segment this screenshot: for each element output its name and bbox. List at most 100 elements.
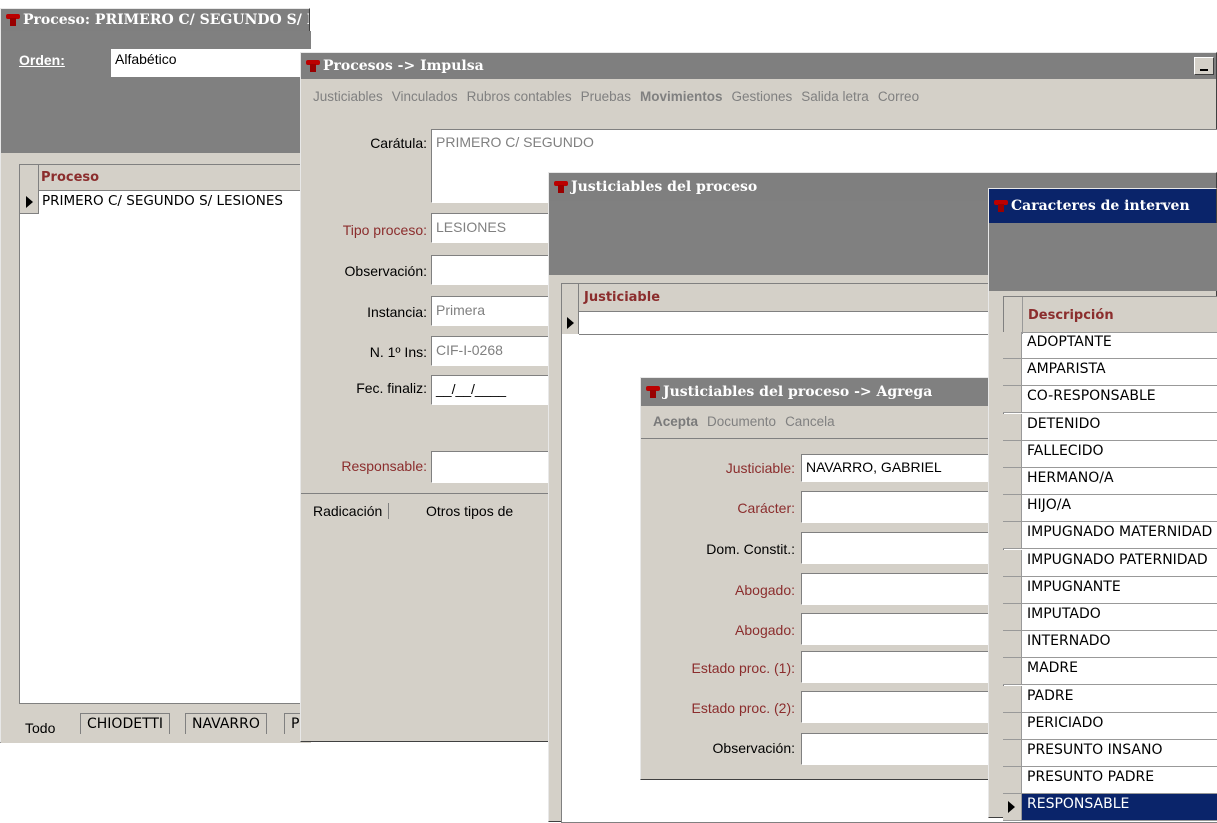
- proceso-window-titlebar[interactable]: Proceso: PRIMERO C/ SEGUNDO S/ LESIONES: [1, 9, 309, 31]
- proceso-grid-header[interactable]: Proceso: [39, 165, 310, 191]
- justiciable-label: Justiciable:: [725, 460, 795, 476]
- current-row-arrow-icon: [1008, 801, 1015, 813]
- caracteres-list-item[interactable]: IMPUGNADO MATERNIDAD: [1022, 522, 1217, 549]
- caracteres-window-titlebar[interactable]: Caracteres de interven: [989, 189, 1216, 223]
- caracteres-list-item[interactable]: PRESUNTO PADRE: [1022, 767, 1217, 794]
- menu-pruebas[interactable]: Pruebas: [581, 89, 631, 104]
- tipo-proceso-label: Tipo proceso:: [342, 222, 427, 238]
- minimize-icon: [1200, 69, 1208, 71]
- orden-select[interactable]: Alfabético: [111, 49, 311, 77]
- menu-vinculados[interactable]: Vinculados: [392, 89, 458, 104]
- caracteres-row-indicator: [1003, 441, 1022, 468]
- caracteres-list-item[interactable]: HERMANO/A: [1022, 468, 1217, 495]
- observacion-field[interactable]: [431, 255, 561, 285]
- current-row-arrow-icon: [25, 196, 33, 208]
- abogado1-label: Abogado:: [735, 582, 795, 598]
- agrega-menubar: Acepta Documento Cancela: [653, 414, 1006, 429]
- agrega-window: Justiciables del proceso -> Agrega Acept…: [640, 377, 1008, 780]
- caracteres-list-item[interactable]: MADRE: [1022, 658, 1217, 685]
- documento-button[interactable]: Documento: [707, 414, 776, 429]
- caracteres-list-item[interactable]: HIJO/A: [1022, 495, 1217, 522]
- fecfin-field[interactable]: __/__/____: [431, 375, 561, 405]
- caracteres-list-item[interactable]: IMPUGNANTE: [1022, 577, 1217, 604]
- caracteres-toolbar: [989, 223, 1217, 291]
- agrega-window-titlebar[interactable]: Justiciables del proceso -> Agrega: [641, 378, 1006, 406]
- observacion-agrega-label: Observación:: [712, 740, 795, 756]
- gavel-app-icon: [553, 180, 569, 194]
- caracteres-grid-header[interactable]: Descripción: [1023, 297, 1217, 333]
- fecfin-label: Fec. finaliz:: [356, 380, 427, 396]
- menu-gestiones[interactable]: Gestiones: [731, 89, 792, 104]
- menu-rubros-contables[interactable]: Rubros contables: [467, 89, 572, 104]
- observacion-label: Observación:: [344, 263, 427, 279]
- domconstit-field[interactable]: [801, 532, 1008, 564]
- impulsa-window-titlebar[interactable]: Procesos -> Impulsa: [301, 53, 1216, 79]
- gavel-app-icon: [993, 199, 1009, 213]
- caracteres-row-indicator: [1003, 631, 1022, 658]
- caracteres-list-item[interactable]: PERICIADO: [1022, 713, 1217, 740]
- estado2-field[interactable]: [801, 691, 1008, 723]
- caracteres-list-item[interactable]: CO-RESPONSABLE: [1022, 386, 1217, 413]
- tab-navarro[interactable]: NAVARRO: [185, 713, 267, 734]
- current-row-arrow-icon: [566, 317, 574, 329]
- caracteres-list-item[interactable]: ADOPTANTE: [1022, 332, 1217, 359]
- tipo-proceso-field[interactable]: LESIONES: [431, 213, 561, 243]
- abogado2-field[interactable]: [801, 613, 1008, 645]
- menu-justiciables[interactable]: Justiciables: [313, 89, 383, 104]
- gavel-app-icon: [5, 13, 21, 27]
- menu-correo[interactable]: Correo: [878, 89, 919, 104]
- menu-movimientos[interactable]: Movimientos: [640, 89, 723, 104]
- acepta-button[interactable]: Acepta: [653, 414, 698, 429]
- estado1-field[interactable]: [801, 651, 1008, 683]
- agrega-window-title: Justiciables del proceso -> Agrega: [663, 384, 933, 400]
- caracteres-row-indicator: [1003, 794, 1022, 821]
- instancia-field[interactable]: Primera: [431, 296, 561, 326]
- agrega-divider: [641, 438, 1006, 439]
- n1ins-field[interactable]: CIF-I-0268: [431, 336, 561, 366]
- menu-salida-letra[interactable]: Salida letra: [801, 89, 869, 104]
- impulsa-tabstrip: Radicación Otros tipos de: [301, 493, 561, 526]
- responsable-field[interactable]: [431, 451, 561, 483]
- caracteres-list-item[interactable]: RESPONSABLE: [1022, 794, 1217, 821]
- n1ins-label: N. 1º Ins:: [369, 344, 427, 360]
- tab-otros-tipos[interactable]: Otros tipos de: [426, 503, 513, 519]
- caracteres-row-indicator: [1003, 332, 1022, 359]
- impulsa-menubar: Justiciables Vinculados Rubros contables…: [313, 89, 1216, 104]
- caracteres-row-indicator: [1003, 604, 1022, 631]
- caracteres-row-indicator: [1003, 495, 1022, 522]
- proceso-row[interactable]: PRIMERO C/ SEGUNDO S/ LESIONES: [42, 193, 283, 209]
- proceso-grid: Proceso PRIMERO C/ SEGUNDO S/ LESIONES: [19, 164, 311, 704]
- cancela-button[interactable]: Cancela: [785, 414, 835, 429]
- instancia-label: Instancia:: [367, 304, 427, 320]
- tab-radicacion[interactable]: Radicación: [313, 503, 390, 519]
- observacion-agrega-field[interactable]: [801, 733, 1008, 765]
- abogado2-label: Abogado:: [735, 622, 795, 638]
- tab-chiodetti[interactable]: CHIODETTI: [80, 713, 171, 734]
- proceso-tabstrip: Todo CHIODETTI NAVARRO P: [1, 707, 311, 743]
- justiciable-field[interactable]: NAVARRO, GABRIEL: [801, 454, 1008, 482]
- caracteres-row-indicator: [1003, 359, 1022, 386]
- proceso-row-indicator: [20, 191, 39, 214]
- caracteres-list-item[interactable]: PADRE: [1022, 686, 1217, 713]
- caracteres-list-item[interactable]: DETENIDO: [1022, 414, 1217, 441]
- caracteres-list-item[interactable]: AMPARISTA: [1022, 359, 1217, 386]
- caracteres-list-item[interactable]: PRESUNTO INSANO: [1022, 740, 1217, 767]
- caracteres-list-item[interactable]: INTERNADO: [1022, 631, 1217, 658]
- tab-todo[interactable]: Todo: [25, 720, 55, 736]
- minimize-button[interactable]: [1194, 57, 1214, 75]
- caracteres-row-indicator: [1003, 713, 1022, 740]
- gavel-app-icon: [645, 385, 661, 399]
- justiciables-grid-corner: [562, 284, 579, 313]
- abogado1-field[interactable]: [801, 573, 1008, 605]
- caratula-label: Carátula:: [370, 135, 427, 151]
- caracteres-list-item[interactable]: FALLECIDO: [1022, 441, 1217, 468]
- caracteres-row-indicator: [1003, 767, 1022, 794]
- caracteres-list-item[interactable]: IMPUTADO: [1022, 604, 1217, 631]
- caracteres-row-indicator: [1003, 686, 1022, 713]
- caracteres-window-title: Caracteres de interven: [1011, 198, 1190, 214]
- impulsa-window-title: Procesos -> Impulsa: [323, 58, 484, 74]
- justiciables-row-indicator: [562, 312, 579, 334]
- caracter-field[interactable]: [801, 491, 1008, 523]
- caracteres-row-indicator: [1003, 658, 1022, 685]
- caracteres-list-item[interactable]: IMPUGNADO PATERNIDAD: [1022, 550, 1217, 577]
